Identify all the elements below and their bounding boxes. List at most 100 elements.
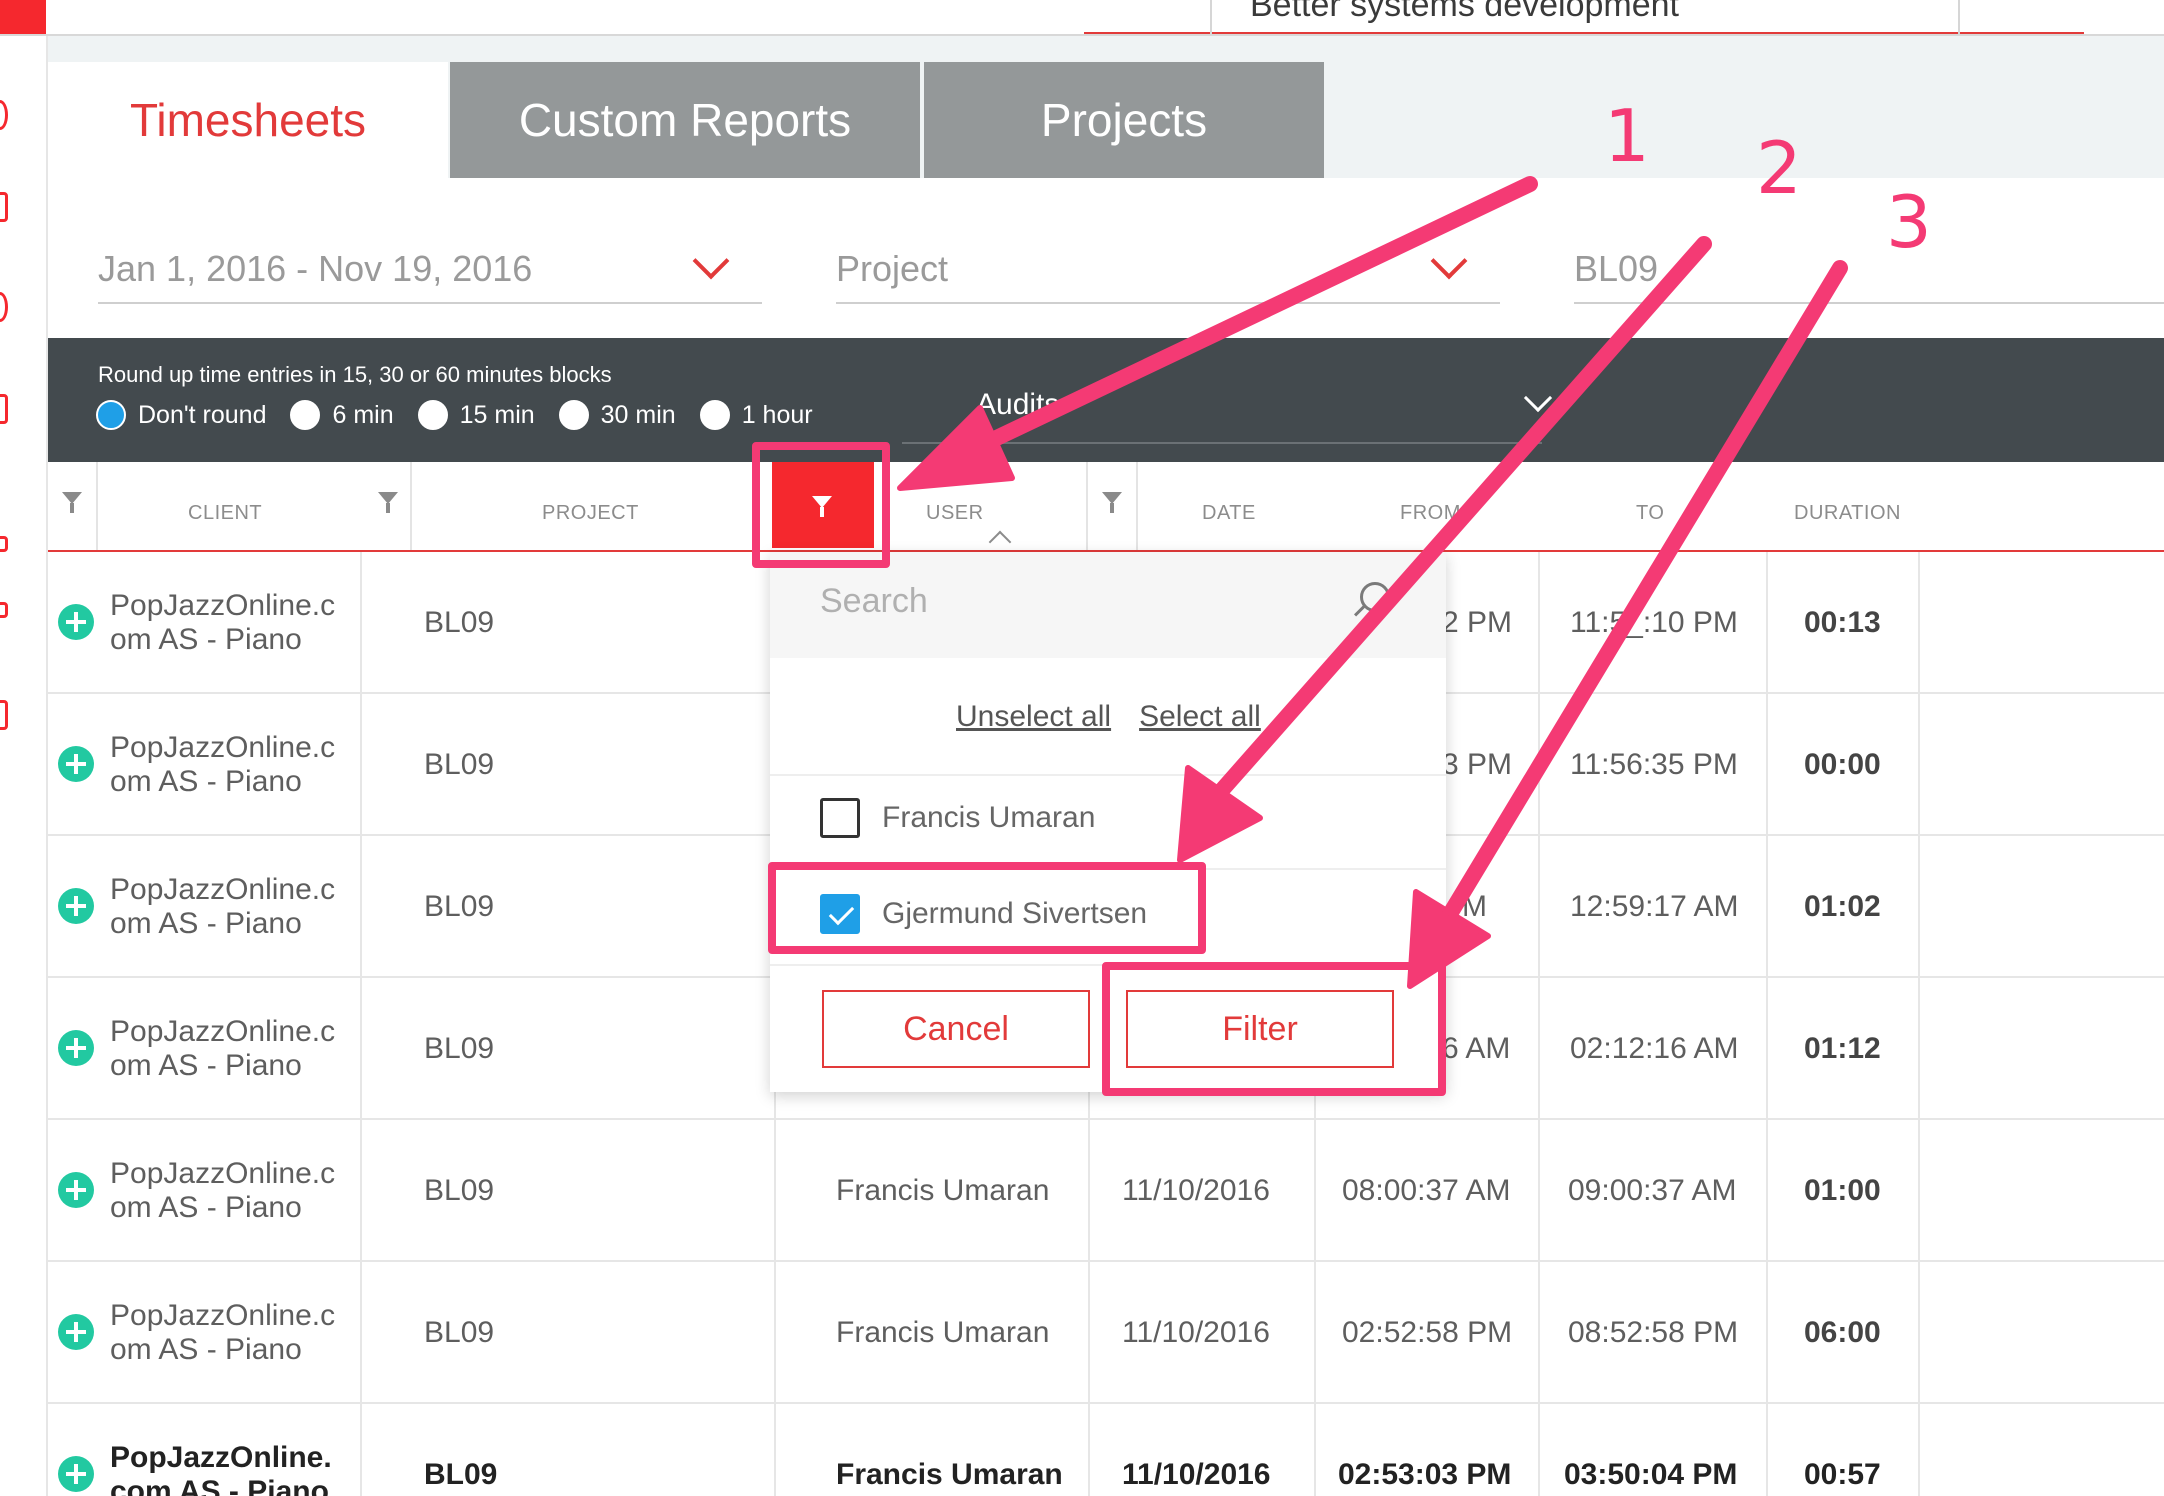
cell-separator	[1918, 1262, 1920, 1404]
top-strip: Better systems development	[0, 0, 2164, 36]
cell-separator	[1538, 978, 1540, 1120]
cell-project: BL09	[424, 1316, 495, 1349]
date-filter-button[interactable]	[1102, 492, 1122, 514]
chevron-down-icon	[1523, 383, 1553, 413]
add-entry-icon[interactable]	[58, 888, 94, 924]
dropdown-divider	[770, 774, 1446, 776]
radio-label: 6 min	[332, 400, 394, 429]
top-field-divider	[1958, 0, 1960, 34]
cancel-button[interactable]: Cancel	[822, 990, 1090, 1068]
table-row[interactable]: PopJazzOnline.com AS - Piano BL09 Franci…	[48, 1262, 2164, 1404]
cell-date: 11/10/2016	[1122, 1458, 1271, 1491]
cell-to: 11:5_:10 PM	[1570, 606, 1738, 639]
radio-30-min[interactable]: 30 min	[558, 400, 676, 430]
column-separator	[410, 462, 412, 550]
cell-separator	[1538, 1120, 1540, 1262]
project-filter-button[interactable]	[378, 492, 398, 514]
annotation-number-3: 3	[1886, 180, 1932, 264]
column-header-date[interactable]: DATE	[1202, 502, 1256, 525]
rounding-band: Round up time entries in 15, 30 or 60 mi…	[48, 338, 2164, 462]
filter-icon	[1102, 492, 1122, 514]
add-entry-icon[interactable]	[58, 604, 94, 640]
column-header-to[interactable]: TO	[1636, 502, 1664, 525]
cell-duration: 00:00	[1804, 748, 1881, 781]
cell-separator	[1918, 552, 1920, 694]
filter-icon	[62, 492, 82, 514]
cell-separator	[1088, 1120, 1090, 1262]
rail-report-icon[interactable]	[0, 394, 8, 424]
cell-separator	[1538, 836, 1540, 978]
column-header-user[interactable]: USER	[926, 502, 984, 525]
client-line: om AS - Piano	[110, 907, 302, 940]
tab-timesheets[interactable]: Timesheets	[48, 62, 448, 178]
client-filter-button[interactable]	[62, 492, 82, 514]
tab-projects[interactable]: Projects	[924, 62, 1324, 178]
rail-user-icon[interactable]	[0, 292, 8, 322]
rail-clock-icon[interactable]	[0, 100, 8, 130]
cell-separator	[774, 1404, 776, 1496]
cell-to: 09:00:37 AM	[1568, 1174, 1737, 1207]
add-entry-icon[interactable]	[58, 1456, 94, 1492]
checkbox-unchecked-icon[interactable]	[820, 798, 860, 838]
cell-separator	[1314, 1404, 1316, 1496]
column-separator	[1086, 462, 1088, 550]
cell-from: 2 PM	[1442, 606, 1513, 639]
cell-separator	[360, 1404, 362, 1496]
table-row[interactable]: PopJazzOnline.com AS - Piano BL09 Franci…	[48, 1120, 2164, 1262]
column-header-project[interactable]: PROJECT	[542, 502, 639, 525]
cell-to: 08:52:58 PM	[1568, 1316, 1739, 1349]
filters-bar: Jan 1, 2016 - Nov 19, 2016 Project BL09	[48, 178, 2164, 338]
project-select[interactable]: Project	[836, 228, 1500, 304]
column-header-from[interactable]: FROM	[1400, 502, 1461, 525]
user-option-francis-umaran[interactable]: Francis Umaran	[820, 798, 1095, 838]
radio-dont-round[interactable]: Don't round	[96, 400, 266, 430]
column-header-duration[interactable]: DURATION	[1794, 502, 1901, 525]
user-search-placeholder: Search	[820, 582, 928, 620]
client-line: om AS - Piano	[110, 623, 302, 656]
rail-calendar-icon[interactable]	[0, 192, 8, 222]
radio-1-hour[interactable]: 1 hour	[699, 400, 813, 430]
radio-6-min[interactable]: 6 min	[290, 400, 394, 430]
cell-separator	[1538, 1404, 1540, 1496]
cell-separator	[1766, 694, 1768, 836]
cell-separator	[1088, 1262, 1090, 1404]
cell-from: 6 AM	[1442, 1032, 1511, 1065]
rail-settings-icon[interactable]	[0, 700, 8, 730]
add-entry-icon[interactable]	[58, 1030, 94, 1066]
add-entry-icon[interactable]	[58, 1172, 94, 1208]
cell-client: PopJazzOnline.com AS - Piano	[110, 552, 350, 694]
column-header-client[interactable]: CLIENT	[188, 502, 262, 525]
cell-client: PopJazzOnline.com AS - Piano	[110, 836, 350, 978]
unselect-all-link[interactable]: Unselect all	[956, 700, 1111, 733]
cell-client: PopJazzOnline.com AS - Piano	[110, 1404, 350, 1496]
rail-arrow-icon[interactable]	[0, 602, 8, 618]
cell-separator	[1918, 836, 1920, 978]
cell-separator	[1538, 1262, 1540, 1404]
add-entry-icon[interactable]	[58, 1314, 94, 1350]
radio-15-min[interactable]: 15 min	[417, 400, 535, 430]
client-line: PopJazzOnline.c	[110, 1299, 336, 1332]
select-all-link[interactable]: Select all	[1139, 700, 1261, 733]
project-value-select[interactable]: BL09	[1574, 228, 2164, 304]
date-range-select[interactable]: Jan 1, 2016 - Nov 19, 2016	[98, 228, 762, 304]
annotation-box-user-filter	[752, 442, 890, 568]
search-icon[interactable]	[1360, 582, 1390, 612]
client-line: om AS - Piano	[110, 1049, 302, 1082]
app-logo[interactable]	[0, 0, 46, 34]
audits-select[interactable]: Audits	[902, 380, 1553, 444]
radio-icon	[699, 400, 730, 430]
cell-separator	[1918, 1404, 1920, 1496]
cell-to: 11:56:35 PM	[1570, 748, 1738, 781]
tab-custom-reports[interactable]: Custom Reports	[450, 62, 920, 178]
cell-separator	[774, 1120, 776, 1262]
cell-duration: 01:12	[1804, 1032, 1881, 1065]
cell-from: 02:52:58 PM	[1342, 1316, 1513, 1349]
rail-tag-icon[interactable]	[0, 536, 8, 552]
cell-from: M	[1462, 890, 1487, 923]
filter-icon	[378, 492, 398, 514]
cell-project: BL09	[424, 1032, 495, 1065]
cell-from: 3 PM	[1442, 748, 1513, 781]
table-row[interactable]: PopJazzOnline.com AS - Piano BL09 Franci…	[48, 1404, 2164, 1496]
add-entry-icon[interactable]	[58, 746, 94, 782]
cell-project: BL09	[424, 890, 495, 923]
